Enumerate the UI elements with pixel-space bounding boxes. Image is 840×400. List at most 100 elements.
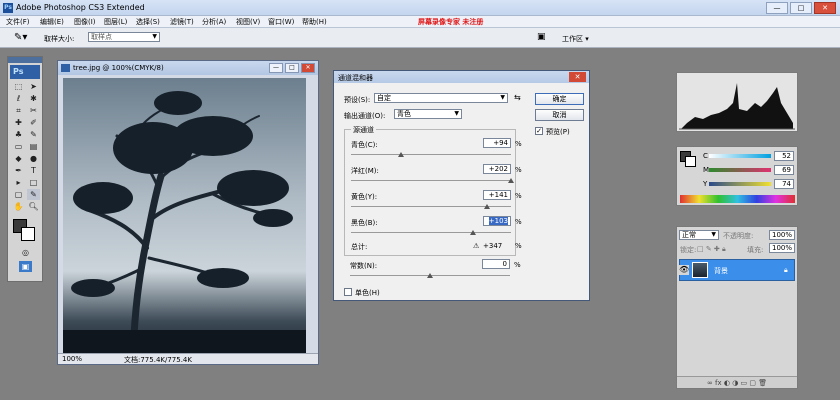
options-bar: ✎▾ 取样大小: 取样点 ▼ ▣ 工作区 ▾	[0, 28, 840, 48]
total-label: 总计:	[351, 243, 368, 251]
layers-footer-icons[interactable]: ∞ fx ◐ ◑ ▭ ▢ 🗑︎	[707, 379, 767, 387]
ok-button[interactable]: 确定	[535, 93, 584, 105]
output-channel-label: 输出通道(O):	[344, 112, 386, 120]
lock-label: 锁定:	[680, 246, 697, 254]
channel-magenta-input[interactable]: +202	[483, 164, 511, 174]
channel-yellow-input[interactable]: +141	[483, 190, 511, 200]
layers-panel: 正常 ▼ 不透明度: 100% 锁定: □ ✎ ✚ 🔒︎ 填充: 100% 👁︎ …	[676, 226, 798, 389]
color-spectrum[interactable]	[680, 195, 795, 203]
cyan-value[interactable]: 52	[774, 151, 794, 161]
preview-checkbox[interactable]: ✓	[535, 127, 543, 135]
opacity-input[interactable]: 100%	[769, 230, 795, 240]
preset-label: 预设(S):	[344, 96, 371, 104]
yellow-value[interactable]: 74	[774, 179, 794, 189]
preset-options-icon[interactable]: ⇆	[514, 93, 521, 102]
background-color-swatch[interactable]	[21, 227, 35, 241]
dialog-title: 通道混和器	[338, 74, 373, 82]
channel-cyan-slider[interactable]	[397, 152, 404, 157]
layer-lock-icon: 🔒︎	[784, 266, 788, 274]
channel-yellow-slider[interactable]	[484, 204, 490, 209]
menu-image[interactable]: 图像(I)	[74, 17, 96, 27]
stamp-tool-icon[interactable]: ♣	[12, 129, 25, 140]
dodge-tool-icon[interactable]: ●	[27, 153, 40, 164]
sample-size-select[interactable]: 取样点 ▼	[88, 32, 160, 42]
menu-edit[interactable]: 编辑(E)	[40, 17, 64, 27]
notes-tool-icon[interactable]: ▢	[12, 189, 25, 200]
palette-well-icon[interactable]: ▣	[537, 32, 546, 42]
output-channel-select[interactable]: 青色 ▼	[394, 109, 462, 119]
color-background-swatch[interactable]	[685, 156, 696, 167]
zoom-tool-icon[interactable]: 🔍︎	[27, 201, 40, 212]
path-select-icon[interactable]: ▸	[12, 177, 25, 188]
slice-tool-icon[interactable]: ✂	[27, 105, 40, 116]
history-brush-icon[interactable]: ✎	[27, 129, 40, 140]
lasso-tool-icon[interactable]: ℓ	[12, 93, 25, 104]
fill-input[interactable]: 100%	[769, 243, 795, 253]
marquee-tool-icon[interactable]: ⬚	[12, 81, 25, 92]
magenta-slider[interactable]	[709, 168, 771, 172]
lock-icons[interactable]: □ ✎ ✚ 🔒︎	[697, 245, 726, 254]
constant-input[interactable]: 0	[482, 259, 510, 269]
monochrome-label: 单色(H)	[355, 289, 380, 297]
yellow-slider[interactable]	[709, 182, 771, 186]
crop-tool-icon[interactable]: ⌗	[12, 105, 25, 116]
channel-black-label: 黑色(B):	[351, 219, 378, 227]
document-window: tree.jpg @ 100%(CMYK/8) — □ ✕ 100% 文档:77…	[57, 60, 319, 365]
channel-black-input[interactable]: +103	[483, 216, 511, 226]
magenta-value[interactable]: 69	[774, 165, 794, 175]
menu-window[interactable]: 窗口(W)	[268, 17, 294, 27]
quick-mask-icon[interactable]: ◎	[19, 247, 32, 258]
menu-file[interactable]: 文件(F)	[6, 17, 30, 27]
color-panel: C 52 M 69 Y 74	[676, 146, 798, 206]
maximize-button[interactable]: □	[790, 2, 812, 14]
channel-cyan-label: 青色(C):	[351, 141, 378, 149]
shape-tool-icon[interactable]: □	[27, 177, 40, 188]
menu-select[interactable]: 选择(S)	[136, 17, 160, 27]
constant-slider[interactable]	[427, 273, 433, 278]
eraser-tool-icon[interactable]: ▭	[12, 141, 25, 152]
channel-cyan-input[interactable]: +94	[483, 138, 511, 148]
monochrome-checkbox[interactable]	[344, 288, 352, 296]
menu-layer[interactable]: 图层(L)	[104, 17, 127, 27]
screen-mode-icon[interactable]: ▣	[19, 261, 32, 272]
close-button[interactable]: ✕	[814, 2, 836, 14]
channel-black-slider[interactable]	[469, 230, 476, 235]
document-size: 文档:775.4K/775.4K	[124, 356, 192, 364]
menu-analysis[interactable]: 分析(A)	[202, 17, 226, 27]
pen-tool-icon[interactable]: ✒	[12, 165, 25, 176]
constant-label: 常数(N):	[350, 262, 378, 270]
channel-magenta-slider[interactable]	[508, 178, 514, 183]
layer-row-background[interactable]: 👁︎ 背景 🔒︎	[679, 259, 795, 281]
preset-select[interactable]: 自定 ▼	[374, 93, 508, 103]
doc-maximize-button[interactable]: □	[285, 63, 299, 73]
doc-minimize-button[interactable]: —	[269, 63, 283, 73]
hand-tool-icon[interactable]: ✋	[12, 201, 25, 212]
blend-mode-select[interactable]: 正常 ▼	[679, 230, 719, 240]
magic-wand-icon[interactable]: ✱	[27, 93, 40, 104]
blur-tool-icon[interactable]: ◆	[12, 153, 25, 164]
eyedropper-icon[interactable]: ✎▾	[14, 32, 27, 43]
histogram-panel	[676, 72, 798, 132]
image-canvas[interactable]	[63, 78, 306, 354]
doc-close-button[interactable]: ✕	[301, 63, 315, 73]
move-tool-icon[interactable]: ➤	[27, 81, 40, 92]
brush-tool-icon[interactable]: ✐	[27, 117, 40, 128]
app-title: Adobe Photoshop CS3 Extended	[16, 3, 145, 12]
source-channels-group: 源通道 青色(C): +94 % 洋红(M): +202 % 黄色(Y): +1…	[344, 125, 522, 256]
dialog-close-button[interactable]: ✕	[569, 72, 586, 82]
workspace-menu[interactable]: 工作区 ▾	[562, 34, 589, 44]
eyedropper-tool-icon[interactable]: ✎	[27, 189, 40, 200]
type-tool-icon[interactable]: T	[27, 165, 40, 176]
visibility-eye-icon[interactable]: 👁︎	[679, 265, 689, 275]
histogram-graph	[679, 83, 795, 130]
minimize-button[interactable]: —	[766, 2, 788, 14]
menu-help[interactable]: 帮助(H)	[302, 17, 327, 27]
menu-filter[interactable]: 滤镜(T)	[170, 17, 194, 27]
gradient-tool-icon[interactable]: ▤	[27, 141, 40, 152]
zoom-level[interactable]: 100%	[62, 355, 82, 363]
cancel-button[interactable]: 取消	[535, 109, 584, 121]
fill-label: 填充:	[747, 246, 764, 254]
healing-tool-icon[interactable]: ✚	[12, 117, 25, 128]
menu-view[interactable]: 视图(V)	[236, 17, 260, 27]
cyan-slider[interactable]	[709, 154, 771, 158]
